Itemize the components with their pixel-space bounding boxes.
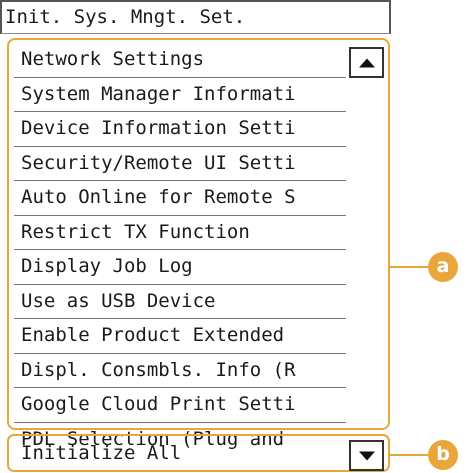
- menu-item-system-manager-information[interactable]: System Manager Informati: [14, 78, 346, 112]
- screen-title: Init. Sys. Mngt. Set.: [0, 0, 391, 34]
- callout-a-badge: a: [428, 252, 458, 282]
- scroll-down-button[interactable]: [349, 440, 384, 471]
- menu-item-restrict-tx-function[interactable]: Restrict TX Function: [14, 216, 346, 250]
- scroll-up-button[interactable]: [349, 47, 384, 78]
- menu-list: Network Settings System Manager Informat…: [14, 43, 346, 457]
- menu-item-initialize-all[interactable]: Initialize All: [14, 436, 346, 470]
- triangle-up-icon: [358, 58, 375, 67]
- callout-a-line: [390, 266, 430, 268]
- menu-item-security-remote-ui-settings[interactable]: Security/Remote UI Setti: [14, 147, 346, 181]
- display-screen: Init. Sys. Mngt. Set. Network Settings S…: [0, 0, 394, 473]
- menu-item-displ-consumables-info[interactable]: Displ. Consmbls. Info (R: [14, 354, 346, 388]
- callout-b-badge: b: [428, 440, 458, 470]
- menu-item-network-settings[interactable]: Network Settings: [14, 43, 346, 78]
- menu-item-display-job-log[interactable]: Display Job Log: [14, 250, 346, 285]
- menu-item-enable-product-extended[interactable]: Enable Product Extended: [14, 319, 346, 354]
- menu-item-auto-online-remote[interactable]: Auto Online for Remote S: [14, 181, 346, 216]
- callout-b-line: [390, 454, 430, 456]
- menu-item-device-information-settings[interactable]: Device Information Setti: [14, 112, 346, 147]
- triangle-down-icon: [358, 451, 375, 460]
- menu-item-use-as-usb-device[interactable]: Use as USB Device: [14, 285, 346, 319]
- menu-item-google-cloud-print-settings[interactable]: Google Cloud Print Setti: [14, 388, 346, 423]
